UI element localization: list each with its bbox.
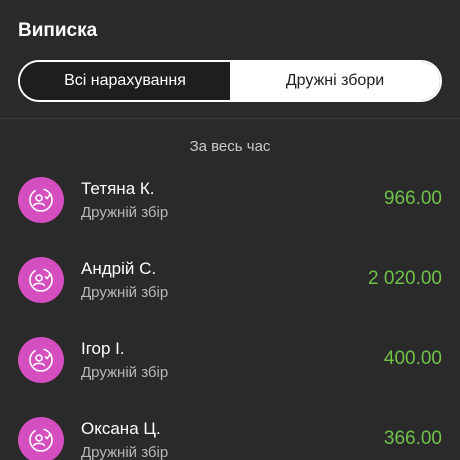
transactions-list: Тетяна К. Дружній збір 966.00 Андрій С. … (0, 162, 460, 460)
friends-collection-icon (18, 257, 64, 303)
transaction-type: Дружній збір (81, 204, 169, 221)
contact-name: Андрій С. (81, 259, 157, 278)
transaction-amount: 2 020.00 (368, 268, 442, 289)
statement-screen: Виписка Всі нарахування Дружні збори За … (0, 0, 460, 460)
filter-segmented-control: Всі нарахування Дружні збори (18, 60, 442, 102)
divider (0, 118, 460, 119)
list-item[interactable]: Андрій С. Дружній збір 2 020.00 (0, 242, 460, 322)
friends-collection-icon (18, 337, 64, 383)
page-title: Виписка (18, 20, 98, 41)
transaction-amount: 366.00 (383, 428, 442, 449)
contact-name: Ігор І. (81, 339, 125, 358)
list-item[interactable]: Ігор І. Дружній збір 400.00 (0, 322, 460, 402)
transaction-amount: 966.00 (383, 188, 442, 209)
friends-collection-icon (18, 417, 64, 460)
tab-all-charges[interactable]: Всі нарахування (20, 62, 230, 100)
tab-friendly-collections[interactable]: Дружні збори (230, 62, 440, 100)
list-item[interactable]: Тетяна К. Дружній збір 966.00 (0, 162, 460, 242)
friends-collection-icon (18, 177, 64, 223)
transaction-type: Дружній збір (81, 364, 169, 381)
transaction-type: Дружній збір (81, 444, 169, 460)
contact-name: Оксана Ц. (81, 419, 161, 438)
list-item[interactable]: Оксана Ц. Дружній збір 366.00 (0, 402, 460, 460)
transaction-amount: 400.00 (383, 348, 442, 369)
transaction-type: Дружній збір (81, 284, 169, 301)
contact-name: Тетяна К. (81, 179, 155, 198)
period-label: За весь час (189, 138, 271, 155)
